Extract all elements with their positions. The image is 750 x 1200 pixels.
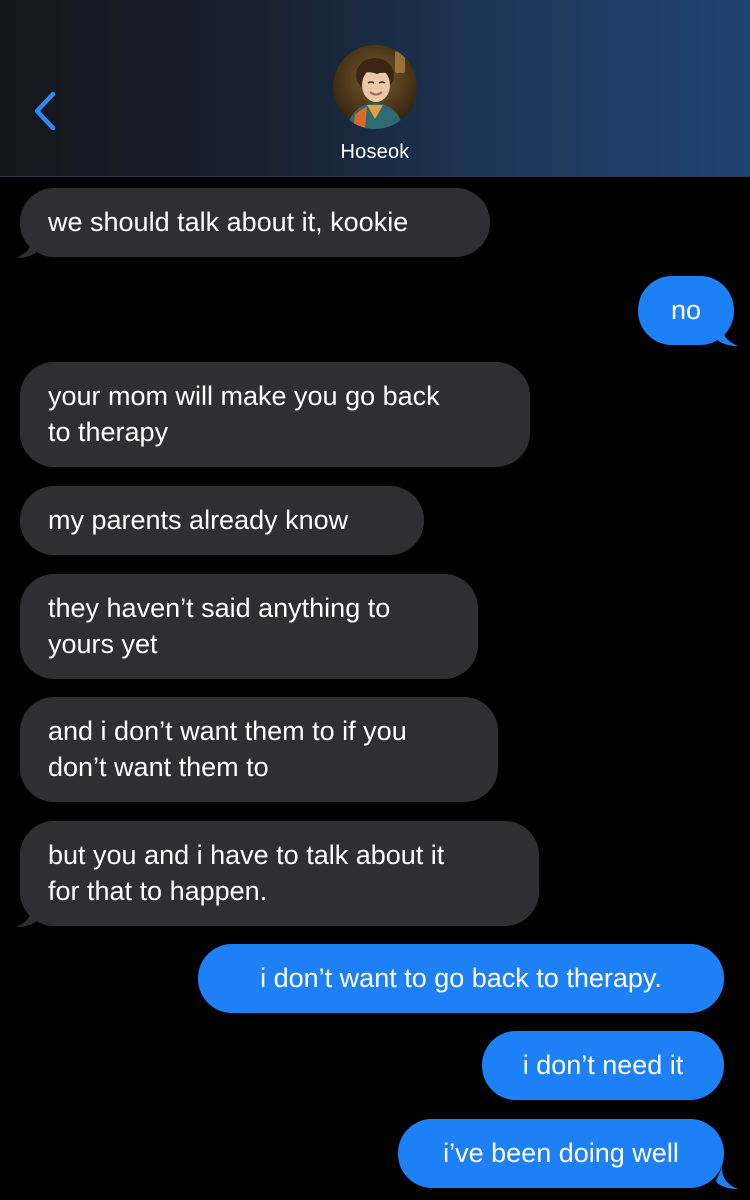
message-bubble-outgoing[interactable]: i’ve been doing well <box>398 1119 724 1188</box>
message-bubble-outgoing[interactable]: i don’t want to go back to therapy. <box>198 944 724 1013</box>
back-button[interactable] <box>24 80 68 136</box>
bubble-tail <box>16 905 38 927</box>
message-text: we should talk about it, kookie <box>48 207 409 237</box>
chevron-left-icon <box>34 91 56 131</box>
message-text-line: don’t want them to <box>48 752 269 782</box>
conversation-header: Hoseok <box>0 0 750 177</box>
message-text: i don’t need it <box>522 1050 684 1080</box>
message-bubble-incoming[interactable]: we should talk about it, kookie <box>20 188 490 257</box>
contact-avatar[interactable] <box>333 45 417 129</box>
message-bubble-incoming[interactable]: but you and i have to talk about it for … <box>20 821 539 926</box>
message-text: i don’t want to go back to therapy. <box>260 963 662 993</box>
bubble-tail <box>716 1167 738 1189</box>
contact-name[interactable]: Hoseok <box>0 141 750 164</box>
message-text: my parents already know <box>48 505 349 535</box>
message-text-line: your mom will make you go back <box>48 381 440 411</box>
message-text: no <box>670 295 702 325</box>
message-text-line: for that to happen. <box>48 876 268 906</box>
message-text-line: yours yet <box>48 629 158 659</box>
message-text-line: and i don’t want them to if you <box>48 716 407 746</box>
message-text-line: but you and i have to talk about it <box>48 840 445 870</box>
message-bubble-outgoing[interactable]: i don’t need it <box>482 1031 724 1100</box>
message-bubble-incoming[interactable]: my parents already know <box>20 486 424 555</box>
bubble-tail <box>716 324 738 346</box>
message-bubble-incoming[interactable]: your mom will make you go back to therap… <box>20 362 530 467</box>
message-text-line: to therapy <box>48 417 169 447</box>
message-bubble-incoming[interactable]: and i don’t want them to if you don’t wa… <box>20 697 498 802</box>
message-text-line: they haven’t said anything to <box>48 593 391 623</box>
bubble-tail <box>16 236 38 258</box>
message-bubble-incoming[interactable]: they haven’t said anything to yours yet <box>20 574 478 679</box>
message-text: i’ve been doing well <box>443 1138 679 1168</box>
